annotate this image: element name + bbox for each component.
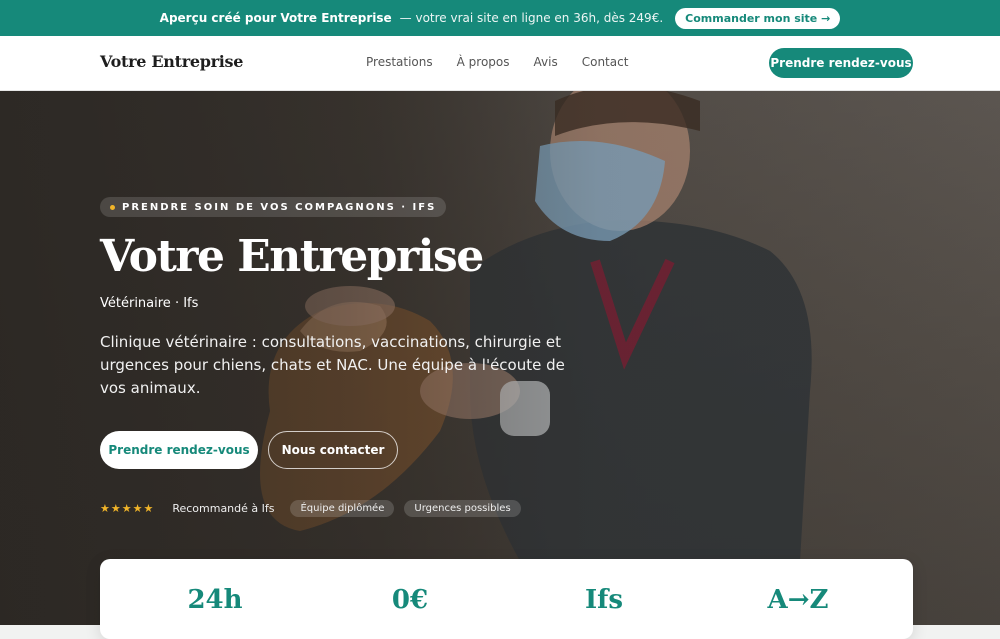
stat-24h: 24h [187, 585, 243, 615]
nav-links: Prestations À propos Avis Contact [366, 55, 628, 69]
hero-appointment-button[interactable]: Prendre rendez-vous [100, 431, 258, 469]
trust-row: ★★★★★ Recommandé à Ifs Équipe diplômée U… [100, 500, 521, 517]
hero-description: Clinique vétérinaire : consultations, va… [100, 333, 565, 397]
nav-link-about[interactable]: À propos [457, 55, 510, 69]
navbar: Votre Entreprise Prestations À propos Av… [0, 36, 1000, 91]
hero-title: Votre Entreprise [100, 231, 484, 282]
order-site-button[interactable]: Commander mon site → [675, 7, 841, 29]
hero-contact-button[interactable]: Nous contacter [268, 431, 398, 469]
stats-card: 24h 0€ Ifs A→Z [100, 559, 913, 639]
announcement-text: — votre vrai site en ligne en 36h, dès 2… [399, 11, 664, 25]
brand-logo[interactable]: Votre Entreprise [100, 52, 243, 71]
stat-location: Ifs [585, 585, 623, 615]
nav-link-prestations[interactable]: Prestations [366, 55, 433, 69]
tag-certified-team: Équipe diplômée [290, 500, 395, 517]
dot-icon [110, 204, 115, 210]
nav-link-reviews[interactable]: Avis [534, 55, 558, 69]
announcement-bar: Aperçu créé pour Votre Entreprise — votr… [0, 0, 1000, 36]
nav-appointment-button[interactable]: Prendre rendez-vous [769, 48, 913, 78]
stat-price: 0€ [391, 585, 429, 615]
hero-section: PRENDRE SOIN DE VOS COMPAGNONS · IFS Vot… [0, 91, 1000, 625]
announcement-prefix: Aperçu créé pour Votre Entreprise [159, 11, 392, 25]
recommended-text: Recommandé à Ifs [172, 502, 275, 515]
hero-eyebrow-badge: PRENDRE SOIN DE VOS COMPAGNONS · IFS [100, 197, 447, 217]
stat-a-to-z: A→Z [767, 585, 829, 615]
rating-stars-icon: ★★★★★ [100, 502, 155, 515]
nav-link-contact[interactable]: Contact [582, 55, 629, 69]
hero-eyebrow-text: PRENDRE SOIN DE VOS COMPAGNONS · IFS [122, 201, 437, 213]
tag-emergencies: Urgences possibles [404, 500, 521, 517]
hero-subtitle: Vétérinaire · Ifs [100, 296, 199, 311]
